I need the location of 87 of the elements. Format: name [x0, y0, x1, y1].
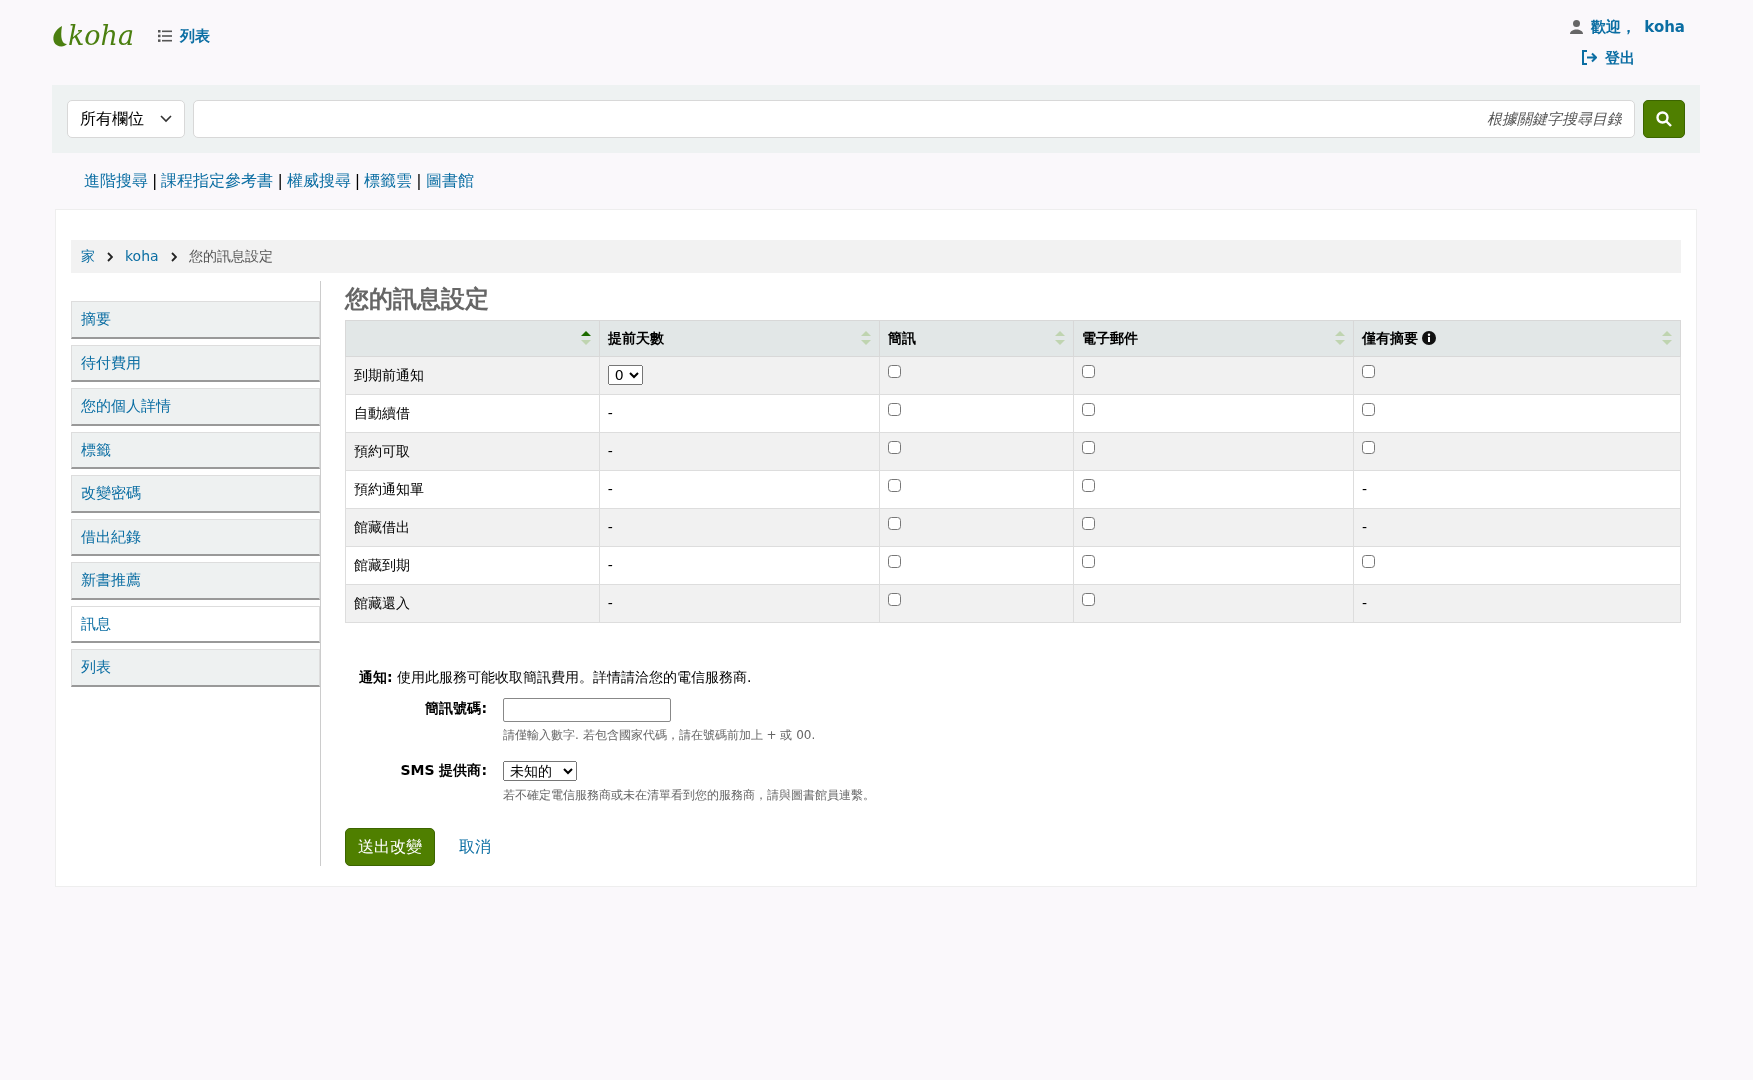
checkbox[interactable] — [888, 478, 901, 492]
empty-value: - — [607, 442, 613, 459]
breadcrumb-link[interactable]: koha — [125, 246, 159, 267]
empty-value: - — [607, 518, 613, 535]
sidebar-item[interactable]: 借出紀錄 — [71, 518, 320, 556]
provider-select[interactable]: 未知的 — [503, 760, 577, 781]
user-icon — [1570, 20, 1584, 35]
leaf-icon — [52, 24, 68, 49]
nav-link[interactable]: 圖書館 — [425, 169, 474, 193]
checkbox[interactable] — [888, 440, 901, 454]
row-label: 館藏到期 — [354, 556, 410, 573]
logout-icon — [1581, 50, 1597, 66]
chevron-right-icon — [170, 251, 177, 262]
sidebar-item[interactable]: 摘要 — [71, 301, 320, 339]
nav-link[interactable]: 進階搜尋 — [84, 169, 148, 193]
checkbox[interactable] — [1081, 402, 1095, 416]
checkbox[interactable] — [888, 554, 901, 568]
row-label: 預約通知單 — [354, 480, 424, 497]
checkbox[interactable] — [1361, 440, 1375, 454]
link-separator: | — [354, 170, 361, 192]
checkbox[interactable] — [888, 402, 901, 416]
field-hint: 請僅輸入數字. 若包含國家代碼，請在號碼前加上 + 或 00. — [503, 726, 816, 744]
lists-link[interactable]: 列表 — [158, 25, 211, 48]
logo[interactable]: koha — [68, 16, 135, 57]
row-label: 自動續借 — [354, 404, 410, 421]
checkbox[interactable] — [1081, 516, 1095, 530]
nav-link[interactable]: 標籤雲 — [364, 169, 413, 193]
column-header[interactable]: 簡訊 — [888, 327, 916, 349]
breadcrumb-current: 您的訊息設定 — [188, 247, 273, 266]
sidebar-item[interactable]: 新書推薦 — [71, 562, 320, 600]
field-hint: 若不確定電信服務商或未在清單看到您的服務商，請與圖書館員連繫。 — [503, 787, 875, 805]
sidebar-item[interactable]: 標籤 — [71, 431, 320, 469]
username-link[interactable]: koha — [1644, 16, 1685, 39]
list-icon — [158, 30, 173, 43]
checkbox[interactable] — [888, 364, 901, 378]
checkbox[interactable] — [888, 592, 901, 606]
nav-link[interactable]: 權威搜尋 — [286, 169, 351, 193]
sidebar-item[interactable]: 您的個人詳情 — [71, 388, 320, 426]
cancel-link[interactable]: 取消 — [459, 835, 491, 860]
sort-icon[interactable] — [580, 330, 591, 347]
nav-link[interactable]: 課程指定參考書 — [161, 169, 274, 193]
info-icon — [1421, 331, 1436, 346]
empty-value: - — [1361, 518, 1367, 535]
submit-button[interactable]: 送出改變 — [345, 828, 435, 867]
days-select[interactable]: 0 — [607, 364, 643, 385]
row-label: 館藏借出 — [354, 518, 410, 535]
row-label: 到期前通知 — [354, 366, 424, 383]
row-label: 館藏還入 — [354, 594, 410, 611]
chevron-down-icon — [160, 115, 172, 123]
scope-dropdown[interactable]: 所有欄位 — [67, 100, 185, 138]
column-header[interactable]: 電子郵件 — [1081, 327, 1138, 349]
link-separator: | — [152, 170, 158, 192]
empty-value: - — [1361, 480, 1367, 497]
sidebar-item[interactable]: 列表 — [71, 649, 320, 687]
sidebar-item[interactable]: 訊息 — [71, 605, 320, 643]
checkbox[interactable] — [1361, 554, 1375, 568]
empty-value: - — [607, 556, 613, 573]
field-label: 簡訊號碼: — [424, 698, 487, 718]
column-header[interactable]: 僅有摘要 — [1361, 327, 1418, 349]
column-header[interactable]: 提前天數 — [607, 327, 664, 349]
checkbox[interactable] — [888, 516, 901, 530]
search-button[interactable] — [1643, 100, 1685, 138]
notice-text: 通知: 使用此服務可能收取簡訊費用。詳情請洽您的電信服務商. — [359, 667, 753, 687]
checkbox[interactable] — [1361, 364, 1375, 378]
row-label: 預約可取 — [354, 442, 410, 459]
breadcrumb-link[interactable]: 家 — [81, 246, 95, 267]
sms-number-field[interactable] — [503, 697, 671, 722]
search-icon — [1656, 111, 1672, 127]
field-label: SMS 提供商: — [399, 760, 487, 780]
empty-value: - — [607, 480, 613, 497]
checkbox[interactable] — [1081, 478, 1095, 492]
checkbox[interactable] — [1361, 402, 1375, 416]
checkbox[interactable] — [1081, 592, 1095, 606]
checkbox[interactable] — [1081, 440, 1095, 454]
link-separator: | — [416, 170, 422, 192]
empty-value: - — [1361, 594, 1367, 611]
welcome-text: 歡迎， — [1591, 17, 1637, 38]
link-separator: | — [277, 170, 283, 192]
checkbox[interactable] — [1081, 554, 1095, 568]
page-title: 您的訊息設定 — [345, 285, 490, 314]
chevron-right-icon — [107, 251, 113, 262]
sidebar-item[interactable]: 待付費用 — [71, 344, 320, 382]
empty-value: - — [607, 404, 613, 421]
empty-value: - — [607, 594, 613, 611]
checkbox[interactable] — [1081, 364, 1095, 378]
logout-link[interactable]: 登出 — [1581, 46, 1635, 69]
sidebar-item[interactable]: 改變密碼 — [71, 475, 320, 513]
